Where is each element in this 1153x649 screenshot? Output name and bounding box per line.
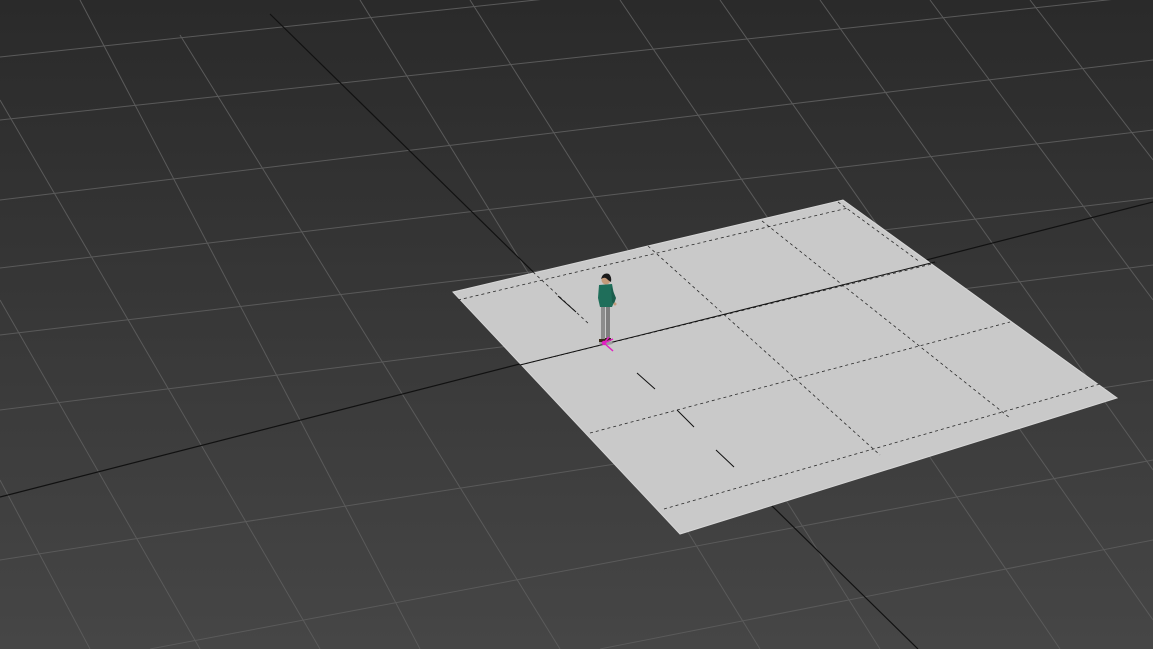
viewport-canvas[interactable] [0, 0, 1153, 649]
character-left-leg [601, 305, 605, 341]
3d-viewport[interactable] [0, 0, 1153, 649]
character-hand [613, 302, 617, 306]
character-right-leg [606, 305, 610, 340]
